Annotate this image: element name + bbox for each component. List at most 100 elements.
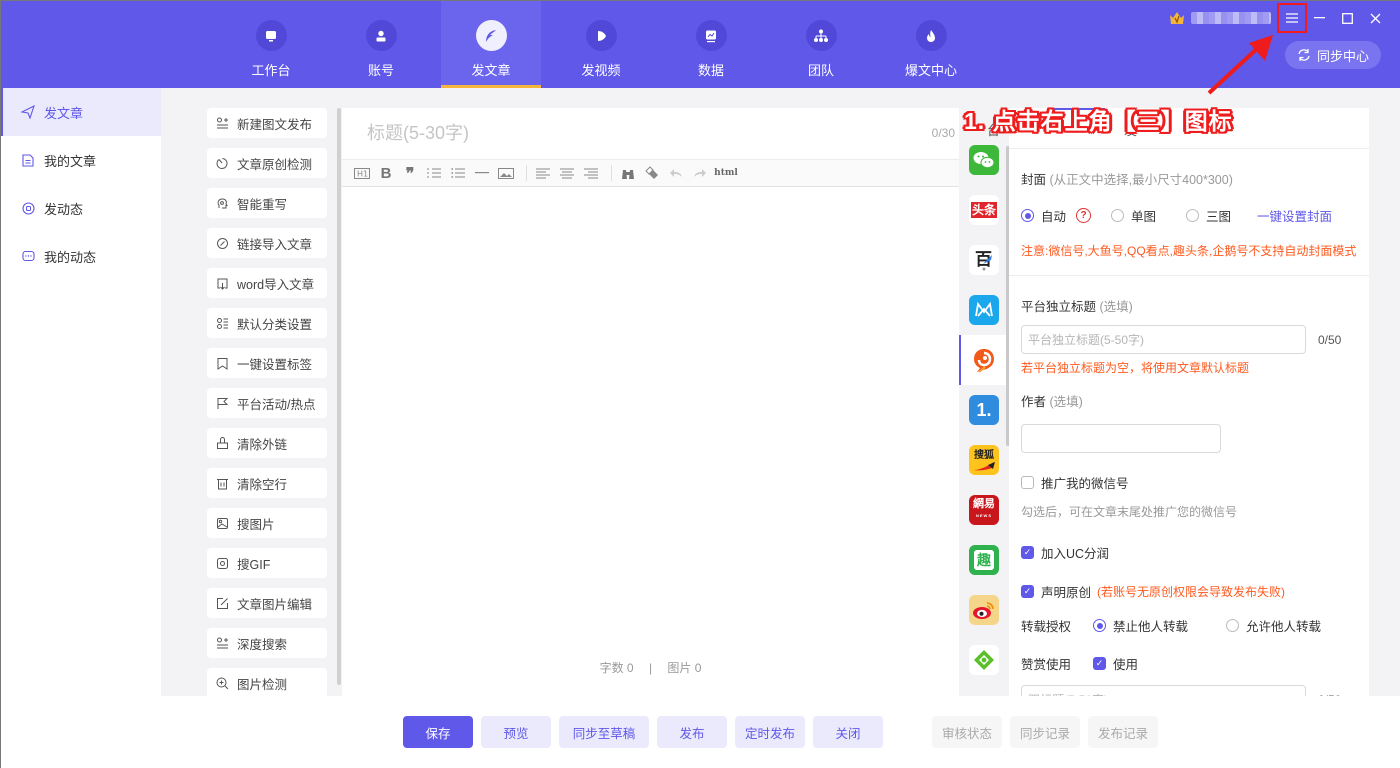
fire-icon xyxy=(915,20,947,51)
align-center-button[interactable] xyxy=(557,163,577,183)
platform-title-input[interactable] xyxy=(1021,325,1306,354)
tool-image-check[interactable]: 图片检测 xyxy=(207,668,327,698)
tool-word-import[interactable]: word导入文章 xyxy=(207,268,327,298)
nav-hot-articles[interactable]: 爆文中心 xyxy=(881,1,981,88)
eraser-button[interactable] xyxy=(642,163,662,183)
unordered-list-button[interactable] xyxy=(448,163,468,183)
platform-weibo[interactable] xyxy=(959,585,1009,635)
sidebar: 发文章 我的文章 发动态 我的动态 xyxy=(1,88,161,768)
platform-wechat[interactable] xyxy=(959,135,1009,185)
undo-button[interactable] xyxy=(666,163,686,183)
tool-search-gif[interactable]: 搜GIF xyxy=(207,548,327,578)
tool-platform-events[interactable]: 平台活动/热点 xyxy=(207,388,327,418)
tool-set-tags[interactable]: 一键设置标签 xyxy=(207,348,327,378)
maximize-button[interactable] xyxy=(1333,6,1361,30)
tool-default-category[interactable]: 默认分类设置 xyxy=(207,308,327,338)
original-row: 声明原创 (若账号无原创权限会导致发布失败) xyxy=(1021,582,1357,601)
reprint-forbid-radio[interactable] xyxy=(1093,619,1107,632)
vip-crown-icon xyxy=(1170,12,1184,24)
platform-aiqiyi[interactable] xyxy=(959,635,1009,685)
cover-single-radio[interactable] xyxy=(1111,209,1125,222)
nav-post-video[interactable]: 发视频 xyxy=(551,1,651,88)
platform-baijiahao[interactable]: 百 xyxy=(959,235,1009,285)
platform-sohu[interactable]: 搜狐 xyxy=(959,435,1009,485)
tool-label: 一键设置标签 xyxy=(237,357,313,372)
hamburger-menu-icon xyxy=(1286,13,1298,23)
promote-wechat-checkbox[interactable] xyxy=(1021,476,1034,489)
menu-button[interactable] xyxy=(1277,3,1307,33)
tool-deep-search[interactable]: 深度搜索 xyxy=(207,628,327,658)
platform-qie[interactable] xyxy=(959,335,1009,385)
uc-share-checkbox[interactable] xyxy=(1021,546,1034,559)
original-checkbox[interactable] xyxy=(1021,585,1034,598)
nav-workbench[interactable]: 工作台 xyxy=(221,1,321,88)
align-left-button[interactable] xyxy=(533,163,553,183)
sohu-label: 搜狐 xyxy=(974,449,994,461)
insert-image-button[interactable] xyxy=(496,163,516,183)
platform-dayu[interactable] xyxy=(959,285,1009,335)
cover-warning: 注意:微信号,大鱼号,QQ看点,趣头条,企鹅号不支持自动封面模式 xyxy=(1021,244,1357,258)
ordered-list-button[interactable] xyxy=(424,163,444,183)
platform-qutoutiao[interactable]: 趣 xyxy=(959,535,1009,585)
reward-checkbox[interactable] xyxy=(1093,657,1107,670)
sidebar-item-my-articles[interactable]: 我的文章 xyxy=(1,136,161,184)
platform-netease[interactable]: 網易 NEWS xyxy=(959,485,1009,535)
platform-list: 头条 百 1. 搜狐 網易 NEWS 趣 xyxy=(959,108,1009,696)
horizontal-rule-button[interactable] xyxy=(472,163,492,183)
user-icon xyxy=(365,20,397,51)
quote-button[interactable]: ❞ xyxy=(400,163,420,183)
quick-set-cover-link[interactable]: 一键设置封面 xyxy=(1257,206,1332,225)
scheduled-publish-button[interactable]: 定时发布 xyxy=(735,716,805,748)
tool-originality-check[interactable]: 文章原创检测 xyxy=(207,148,327,178)
nav-account[interactable]: 账号 xyxy=(331,1,431,88)
tool-new-post[interactable]: 新建图文发布 xyxy=(207,108,327,138)
author-input[interactable] xyxy=(1021,424,1221,453)
tool-link-import[interactable]: 链接导入文章 xyxy=(207,228,327,258)
bold-button[interactable]: B xyxy=(376,163,396,183)
publish-records-button[interactable]: 发布记录 xyxy=(1088,716,1158,748)
publish-button[interactable]: 发布 xyxy=(657,716,727,748)
sync-records-button[interactable]: 同步记录 xyxy=(1010,716,1080,748)
sidebar-item-post-moment[interactable]: 发动态 xyxy=(1,184,161,232)
heading-button[interactable]: H1 xyxy=(352,163,372,183)
tool-search-images[interactable]: 搜图片 xyxy=(207,508,327,538)
cover-auto-radio[interactable] xyxy=(1021,209,1034,222)
tool-clear-external-links[interactable]: 清除外链 xyxy=(207,428,327,458)
image-icon xyxy=(498,167,514,179)
reprint-allow-radio[interactable] xyxy=(1226,619,1240,632)
flag-icon xyxy=(217,397,229,409)
cover-triple-radio[interactable] xyxy=(1186,209,1200,222)
editor-content[interactable] xyxy=(342,187,959,657)
help-icon[interactable]: ? xyxy=(1076,208,1092,223)
promote-wechat-label: 推广我的微信号 xyxy=(1041,477,1129,491)
tool-label: 新建图文发布 xyxy=(237,117,313,132)
cover-triple-label: 三图 xyxy=(1206,210,1232,224)
close-editor-button[interactable]: 关闭 xyxy=(813,716,883,748)
platform-yidian[interactable]: 1. xyxy=(959,385,1009,435)
preview-button[interactable]: 预览 xyxy=(481,716,551,748)
sidebar-item-post-article[interactable]: 发文章 xyxy=(1,88,161,136)
tools-scrollbar[interactable] xyxy=(337,108,341,685)
save-button[interactable]: 保存 xyxy=(403,716,473,748)
close-button[interactable] xyxy=(1361,6,1389,30)
find-button[interactable] xyxy=(618,163,638,183)
tool-edit-article-images[interactable]: 文章图片编辑 xyxy=(207,588,327,618)
author-optional: (选填) xyxy=(1049,395,1083,409)
tool-clear-empty-lines[interactable]: 清除空行 xyxy=(207,468,327,498)
minimize-button[interactable] xyxy=(1305,6,1333,30)
html-source-button[interactable]: html xyxy=(714,163,738,183)
nav-data[interactable]: 数据 xyxy=(661,1,761,88)
title-input[interactable] xyxy=(367,123,907,144)
nav-post-article[interactable]: 发文章 xyxy=(441,1,541,88)
sync-to-draft-button[interactable]: 同步至草稿 xyxy=(559,716,649,748)
align-right-button[interactable] xyxy=(581,163,601,183)
platform-toutiao[interactable]: 头条 xyxy=(959,185,1009,235)
align-left-icon xyxy=(536,168,550,178)
tool-ai-rewrite[interactable]: 智能重写 xyxy=(207,188,327,218)
sync-center-button[interactable]: 同步中心 xyxy=(1285,41,1381,69)
netease-label: 網易 xyxy=(973,498,995,510)
sidebar-item-my-moments[interactable]: 我的动态 xyxy=(1,232,161,280)
nav-team[interactable]: 团队 xyxy=(771,1,871,88)
redo-button[interactable] xyxy=(690,163,710,183)
review-status-button[interactable]: 审核状态 xyxy=(932,716,1002,748)
